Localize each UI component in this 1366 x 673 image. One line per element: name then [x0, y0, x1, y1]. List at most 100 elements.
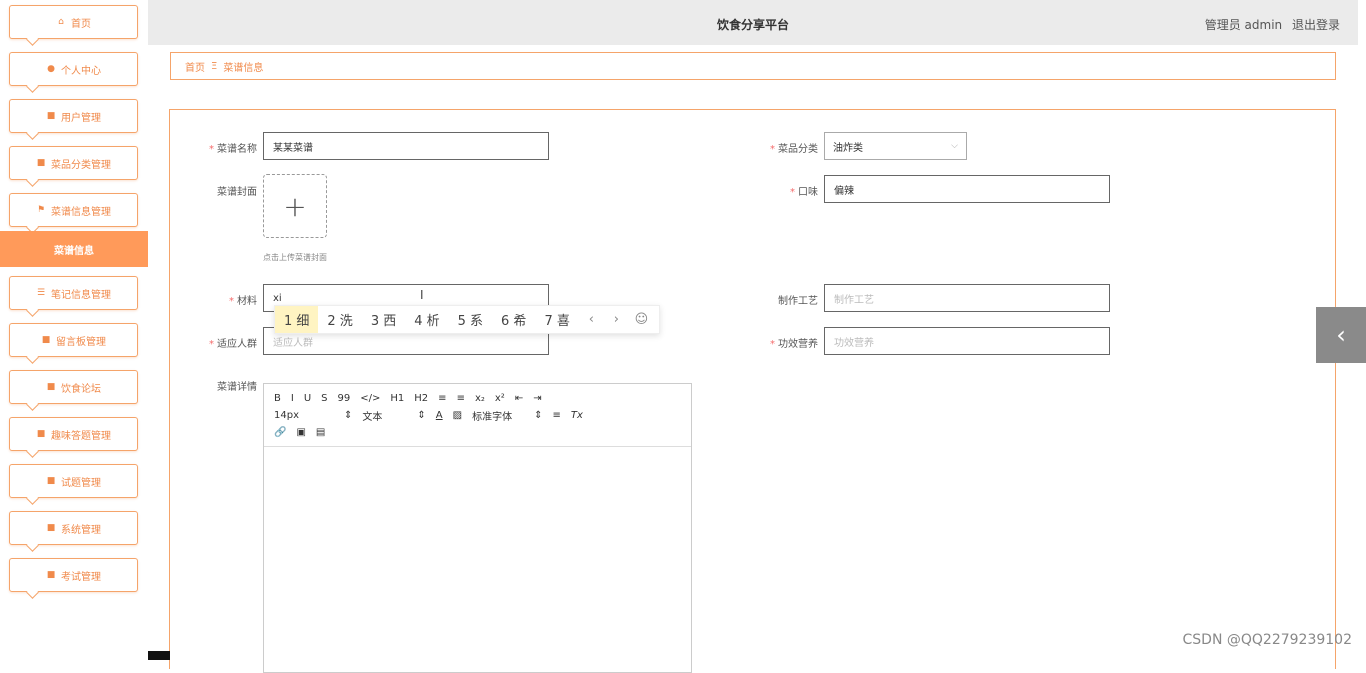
breadcrumb-separator: Ξ [211, 60, 218, 72]
category-value: 油炸类 [833, 142, 863, 154]
chevron-left-icon[interactable]: ‹ [579, 312, 604, 327]
sidebar-item-label: 考试管理 [61, 571, 101, 583]
sidebar-item[interactable]: ■ 饮食论坛 [9, 370, 138, 404]
sidebar: ⌂ 首页 ● 个人中心 ■ 用户管理 ■ 菜品分类管理 ⚑ 菜谱信息管理 菜谱信息 ☰ 笔记信息管理 ■ 留… [0, 0, 148, 660]
sidebar-item-label: 试题管理 [61, 477, 101, 489]
toolbar-button[interactable]: B [274, 393, 281, 404]
plus-icon: + [283, 189, 307, 223]
cover-hint: 点击上传菜谱封面 [263, 253, 327, 262]
toolbar-button[interactable]: ⇥ [533, 393, 541, 404]
background-color-icon[interactable]: ▨ [453, 410, 462, 421]
ime-candidate[interactable]: 5 系 [449, 310, 492, 329]
toolbar-button[interactable]: S [321, 393, 327, 404]
taste-label: * 口味 [790, 187, 818, 198]
toolbar-button[interactable]: ⇤ [515, 393, 523, 404]
sidebar-item[interactable]: ■ 留言板管理 [9, 323, 138, 357]
chevron-down-icon: ⌵ [951, 141, 958, 151]
ime-candidate[interactable]: 4 析 [405, 310, 448, 329]
ime-candidate[interactable]: 7 喜 [535, 310, 578, 329]
sidebar-item[interactable]: ■ 系统管理 [9, 511, 138, 545]
editor-toolbar: B I U S 99 </> H1 H2 ≡ ≡ x₂ x² ⇤ ⇥ 14px ⇕ 文本 ⇕ A ▨ 标准… [264, 384, 691, 447]
taste-input[interactable]: 偏辣 [824, 175, 1110, 203]
grid-icon: ■ [46, 523, 56, 533]
chevron-updown-icon: ⇕ [534, 410, 543, 421]
collapse-panel-button[interactable]: ‹ [1316, 307, 1366, 363]
clear-format-button[interactable]: Tx [571, 410, 583, 421]
toolbar-button[interactable]: I [291, 393, 294, 404]
recipe-name-input[interactable]: 某某菜谱 [263, 132, 549, 160]
ime-candidate[interactable]: 2 洗 [318, 310, 361, 329]
image-icon[interactable]: ▣ [296, 427, 305, 438]
category-select[interactable]: 油炸类 ⌵ [824, 132, 967, 160]
sidebar-item-label: 菜谱信息 [54, 245, 94, 257]
chevron-updown-icon: ⇕ [344, 410, 353, 421]
rich-text-editor[interactable]: B I U S 99 </> H1 H2 ≡ ≡ x₂ x² ⇤ ⇥ 14px ⇕ 文本 ⇕ A ▨ 标准… [263, 383, 692, 673]
app-title: 饮食分享平台 [716, 18, 789, 32]
sidebar-item-label: 系统管理 [61, 524, 101, 536]
sidebar-item[interactable]: ⌂ 首页 [9, 5, 138, 39]
logout-link[interactable]: 退出登录 [1292, 18, 1340, 32]
category-label: * 菜品分类 [770, 144, 818, 155]
link-icon[interactable]: 🔗 [274, 427, 286, 438]
sidebar-item-label: 菜品分类管理 [51, 159, 111, 171]
chevron-updown-icon: ⇕ [417, 410, 426, 421]
sidebar-item-label: 笔记信息管理 [51, 289, 111, 301]
sidebar-item[interactable]: ■ 考试管理 [9, 558, 138, 592]
breadcrumb-home[interactable]: 首页 [185, 59, 205, 74]
sidebar-item[interactable]: ☰ 笔记信息管理 [9, 276, 138, 310]
chevron-right-icon[interactable]: › [604, 312, 629, 327]
sidebar-item[interactable]: ■ 用户管理 [9, 99, 138, 133]
watermark-text: CSDN @QQ2279239102 [1182, 632, 1352, 648]
toolbar-button[interactable]: H1 [390, 393, 404, 404]
doc-icon: ■ [46, 476, 56, 486]
audience-label: * 适应人群 [209, 339, 257, 350]
font-family-select[interactable]: 标准字体 [472, 408, 524, 423]
toolbar-button[interactable]: ≡ [457, 393, 465, 404]
ime-candidate[interactable]: 6 希 [492, 310, 535, 329]
cover-label: 菜谱封面 [217, 187, 257, 198]
sidebar-item[interactable]: ■ 试题管理 [9, 464, 138, 498]
nutrition-input[interactable]: 功效营养 [824, 327, 1110, 355]
font-color-button[interactable]: A [436, 410, 443, 421]
toolbar-button[interactable]: ≡ [438, 393, 446, 404]
toolbar-button[interactable]: x₂ [475, 393, 485, 404]
flag-icon: ⚑ [36, 205, 46, 215]
toolbar-button[interactable]: x² [495, 393, 505, 404]
sliders-icon: ☰ [36, 288, 46, 298]
sidebar-item-label: 个人中心 [61, 65, 101, 77]
sidebar-item[interactable]: ■ 菜品分类管理 [9, 146, 138, 180]
craft-input[interactable]: 制作工艺 [824, 284, 1110, 312]
monitor-icon: ■ [36, 429, 46, 439]
sidebar-item-label: 首页 [71, 18, 91, 30]
text-cursor-icon: I [420, 288, 424, 302]
ime-candidate[interactable]: 3 西 [362, 310, 405, 329]
sidebar-item[interactable]: ■ 趣味答题管理 [9, 417, 138, 451]
breadcrumb-current: 菜谱信息 [223, 62, 264, 74]
top-bar: 饮食分享平台 管理员 admin 退出登录 [148, 0, 1358, 45]
ime-candidate[interactable]: 1 细 [275, 306, 319, 333]
grid-icon: ■ [46, 382, 56, 392]
cover-uploader[interactable]: + [263, 174, 327, 238]
sidebar-item[interactable]: 菜谱信息 [0, 231, 148, 267]
toolbar-button[interactable]: </> [360, 393, 380, 404]
align-icon[interactable]: ≡ [552, 410, 560, 421]
toolbar-row-format: B I U S 99 </> H1 H2 ≡ ≡ x₂ x² ⇤ ⇥ [274, 390, 681, 407]
video-icon[interactable]: ▤ [316, 427, 325, 438]
thumb-icon: ■ [41, 335, 51, 345]
toolbar-row-insert: 🔗 ▣ ▤ [274, 424, 681, 441]
details-label: 菜谱详情 [217, 382, 257, 393]
grid-icon: ■ [36, 158, 46, 168]
toolbar-button[interactable]: H2 [414, 393, 428, 404]
recipe-name-label: * 菜谱名称 [209, 144, 257, 155]
grid-icon: ■ [46, 111, 56, 121]
sidebar-item[interactable]: ⚑ 菜谱信息管理 [9, 193, 138, 227]
emoji-icon[interactable]: ☺ [629, 312, 654, 327]
text-type-select[interactable]: 文本 [362, 408, 407, 423]
toolbar-button[interactable]: 99 [338, 393, 351, 404]
toolbar-button[interactable]: U [304, 393, 311, 404]
breadcrumb: 首页 Ξ 菜谱信息 [170, 52, 1336, 80]
font-size-select[interactable]: 14px [274, 410, 334, 421]
sidebar-item[interactable]: ● 个人中心 [9, 52, 138, 86]
user-name: 管理员 admin [1204, 18, 1283, 32]
ime-candidate-bar: 1 细2 洗3 西4 析5 系6 希7 喜 ‹ › ☺ [274, 305, 660, 334]
